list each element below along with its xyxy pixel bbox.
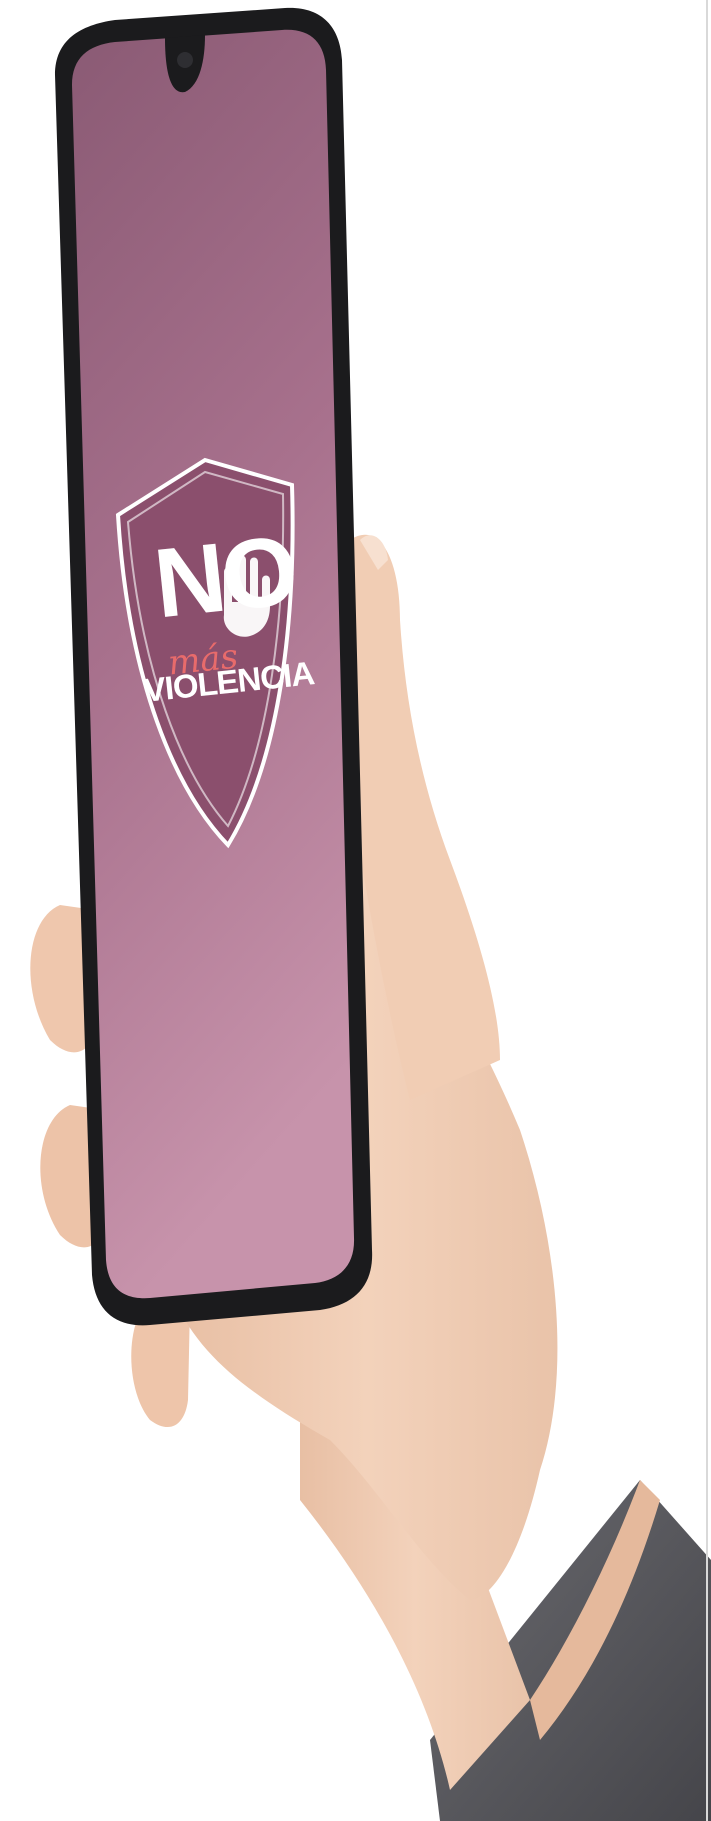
hand-holding-phone-illustration — [30, 7, 711, 1821]
front-camera-icon — [177, 52, 193, 68]
logo-no-text: NO — [149, 514, 300, 639]
photo-scene: NO más VIOLENCIA — [0, 0, 711, 1821]
image-edge-line — [706, 0, 708, 1821]
